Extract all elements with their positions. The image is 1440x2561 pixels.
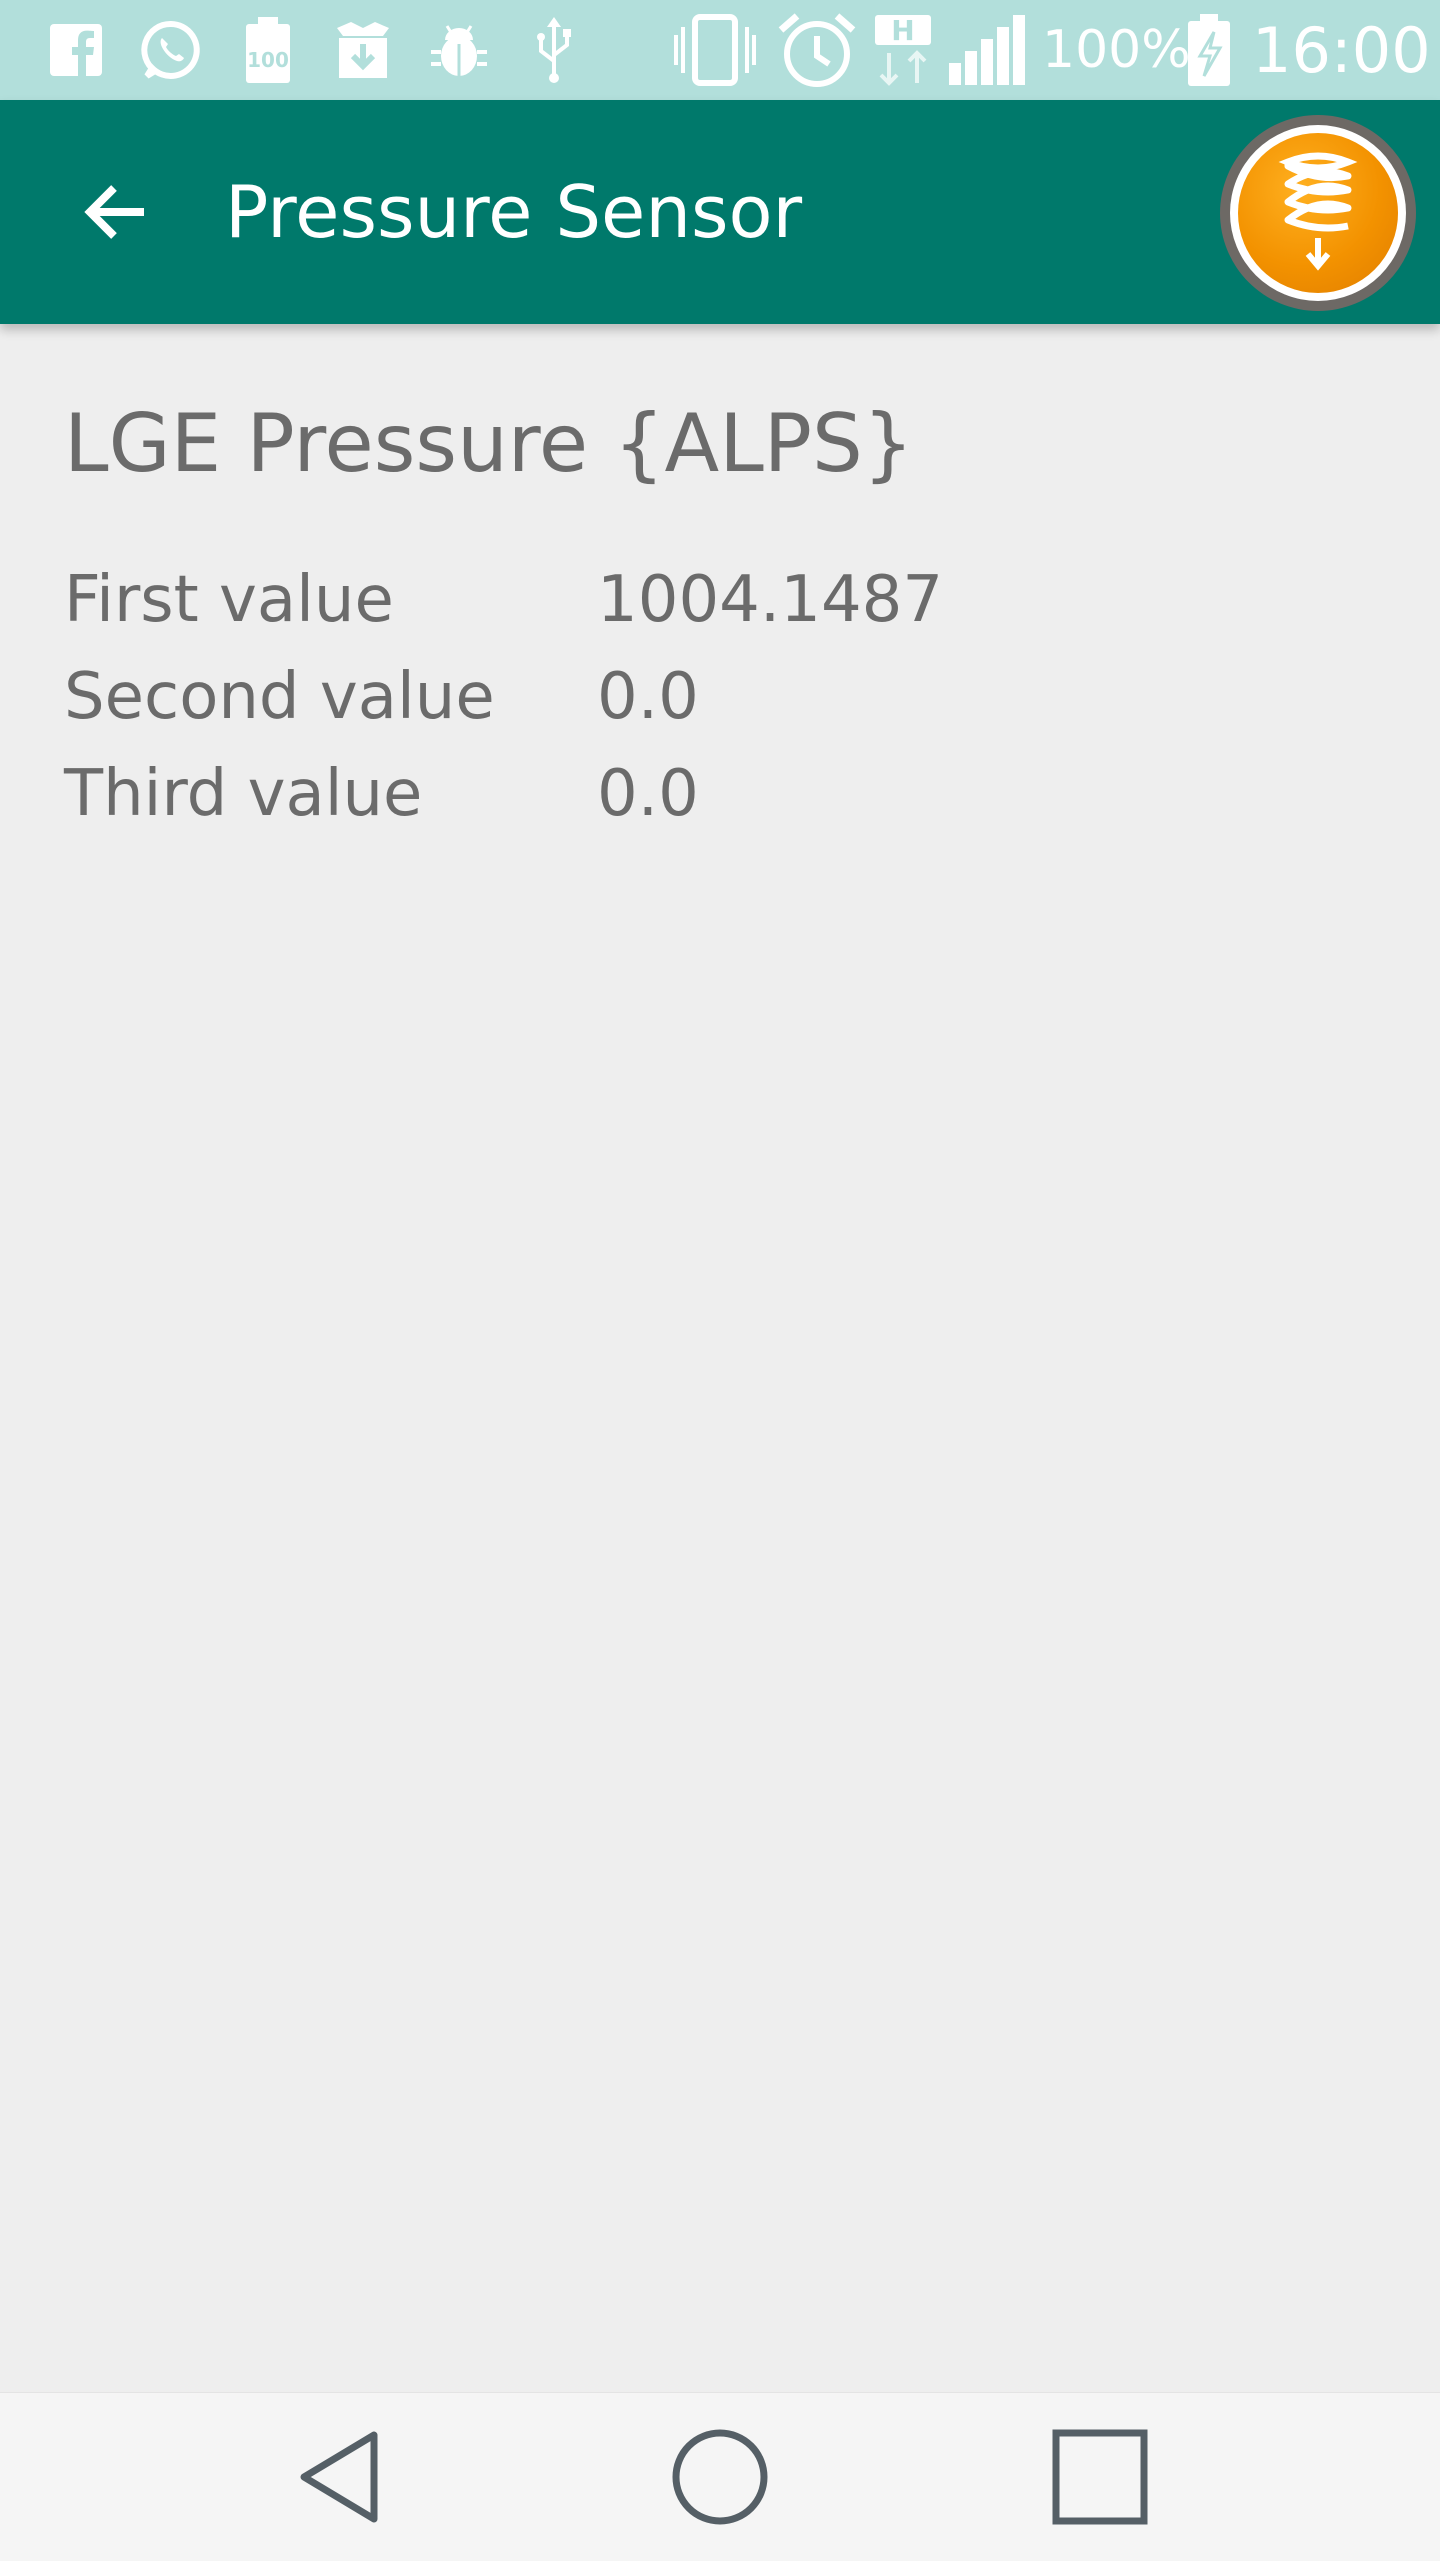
download-box-icon <box>330 14 396 86</box>
app-badge-ring <box>1230 125 1406 301</box>
usb-icon <box>526 14 582 86</box>
svg-text:H: H <box>891 14 914 47</box>
back-triangle-icon <box>300 2431 378 2523</box>
hspa-data-icon: H <box>872 14 934 86</box>
alarm-icon <box>774 13 860 87</box>
whatsapp-icon <box>138 14 204 86</box>
facebook-icon <box>46 14 106 86</box>
value-label: Third value <box>64 757 423 831</box>
status-bar: 100 H 100% 16:00 <box>0 0 1440 100</box>
back-button[interactable] <box>56 152 176 272</box>
value-number: 1004.1487 <box>597 563 944 637</box>
app-badge-button[interactable] <box>1220 115 1416 311</box>
app-bar: Pressure Sensor <box>0 100 1440 324</box>
value-row-first: First value 1004.1487 <box>64 560 943 640</box>
page-title: Pressure Sensor <box>225 170 803 254</box>
value-label: Second value <box>64 660 495 734</box>
sensor-name: LGE Pressure {ALPS} <box>64 397 914 490</box>
navigation-bar <box>0 2392 1440 2561</box>
value-number: 0.0 <box>597 757 699 831</box>
nav-back-button[interactable] <box>280 2417 400 2537</box>
arrow-back-icon <box>84 185 144 239</box>
spring-download-icon <box>1238 133 1398 293</box>
vibrate-icon <box>672 14 758 86</box>
svg-text:100: 100 <box>247 48 289 72</box>
value-number: 0.0 <box>597 660 699 734</box>
value-label: First value <box>64 563 394 637</box>
home-circle-icon <box>672 2429 768 2525</box>
recents-square-icon <box>1052 2429 1148 2525</box>
status-time: 16:00 <box>1252 13 1431 87</box>
android-debug-icon <box>426 14 492 86</box>
battery-percent: 100% <box>1042 20 1191 80</box>
battery-charging-icon <box>1182 14 1236 86</box>
signal-icon <box>946 14 1030 86</box>
nav-recents-button[interactable] <box>1040 2417 1160 2537</box>
value-row-second: Second value 0.0 <box>64 657 699 737</box>
nav-home-button[interactable] <box>660 2417 780 2537</box>
battery-100-notification-icon: 100 <box>240 14 296 86</box>
value-row-third: Third value 0.0 <box>64 754 699 834</box>
